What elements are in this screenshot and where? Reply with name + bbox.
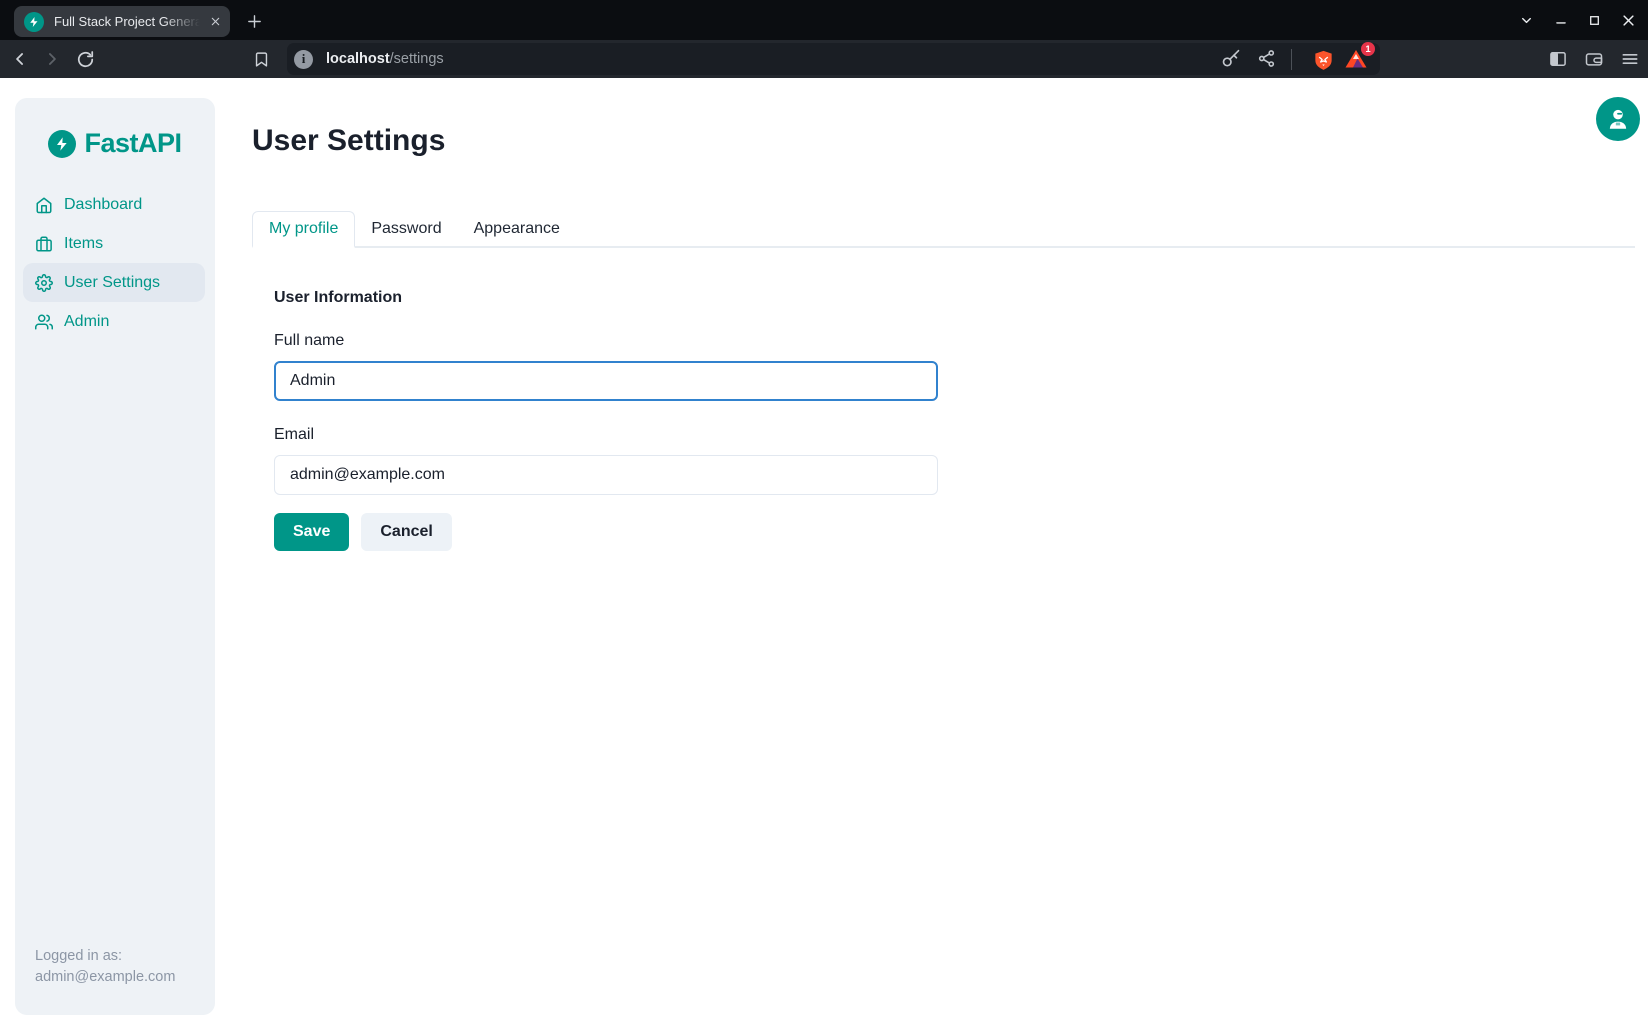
url-host: localhost <box>326 51 390 67</box>
cancel-button[interactable]: Cancel <box>361 513 451 551</box>
brave-rewards-button[interactable]: 1 <box>1344 47 1368 71</box>
bookmark-icon[interactable] <box>251 49 271 69</box>
full-name-input[interactable] <box>274 361 938 401</box>
gear-icon <box>35 274 53 292</box>
profile-panel: User Information Full name Email Save Ca… <box>252 248 1635 551</box>
back-button[interactable] <box>10 49 30 69</box>
email-label: Email <box>274 426 1635 444</box>
sidebar-item-label: User Settings <box>64 274 160 292</box>
url-path: /settings <box>390 51 444 67</box>
fastapi-logo: FastAPI <box>15 98 215 159</box>
sidebar-toggle-icon[interactable] <box>1548 49 1568 69</box>
url-bar[interactable]: i localhost/settings 1 <box>287 43 1380 75</box>
home-icon <box>35 196 53 214</box>
fastapi-logo-icon <box>48 130 76 158</box>
save-button[interactable]: Save <box>274 513 349 551</box>
menu-hamburger-icon[interactable] <box>1620 49 1640 69</box>
logged-in-info: Logged in as: admin@example.com <box>35 946 175 990</box>
forward-button[interactable] <box>42 49 62 69</box>
sidebar-item-user-settings[interactable]: User Settings <box>23 263 205 302</box>
rewards-badge: 1 <box>1361 42 1375 56</box>
wallet-icon[interactable] <box>1584 49 1604 69</box>
fastapi-favicon-icon <box>24 12 44 32</box>
browser-tab[interactable]: Full Stack Project Genera <box>14 6 230 37</box>
settings-tabs: My profile Password Appearance <box>252 211 1635 248</box>
sidebar-item-dashboard[interactable]: Dashboard <box>23 185 205 224</box>
sidebar-item-admin[interactable]: Admin <box>23 302 205 341</box>
share-icon[interactable] <box>1257 49 1277 69</box>
sidebar-item-label: Admin <box>64 313 109 331</box>
user-avatar-icon <box>1605 106 1631 132</box>
url-text: localhost/settings <box>326 51 444 67</box>
tab-search-chevron-icon[interactable] <box>1517 11 1536 30</box>
form-buttons: Save Cancel <box>274 513 1635 551</box>
new-tab-button[interactable] <box>242 9 266 33</box>
password-key-icon[interactable] <box>1221 49 1241 69</box>
sidebar-item-label: Items <box>64 235 103 253</box>
page-title: User Settings <box>252 124 1635 158</box>
close-window-button[interactable] <box>1619 11 1638 30</box>
browser-tabstrip: Full Stack Project Genera <box>0 0 1648 40</box>
brave-shields-icon[interactable] <box>1312 49 1332 69</box>
sidebar-nav: Dashboard Items User Settings Admin <box>15 185 215 341</box>
app-sidebar: FastAPI Dashboard Items User Settings Ad… <box>15 98 215 1015</box>
logged-in-label: Logged in as: <box>35 946 175 968</box>
tab-my-profile[interactable]: My profile <box>252 211 355 248</box>
user-avatar-button[interactable] <box>1596 97 1640 141</box>
fastapi-logo-text: FastAPI <box>84 128 181 159</box>
sidebar-item-label: Dashboard <box>64 196 142 214</box>
toolbar-right-icons <box>1548 40 1640 78</box>
tab-close-icon[interactable] <box>206 13 224 31</box>
window-controls <box>1517 0 1638 40</box>
omnibox-divider <box>1291 49 1292 70</box>
full-name-label: Full name <box>274 332 1635 350</box>
minimize-button[interactable] <box>1551 11 1570 30</box>
briefcase-icon <box>35 235 53 253</box>
site-info-icon[interactable]: i <box>294 50 313 69</box>
tab-title: Full Stack Project Genera <box>54 14 206 29</box>
email-input[interactable] <box>274 455 938 495</box>
main-content: User Settings My profile Password Appear… <box>252 78 1635 551</box>
maximize-button[interactable] <box>1585 11 1604 30</box>
section-title: User Information <box>274 289 1635 307</box>
sidebar-item-items[interactable]: Items <box>23 224 205 263</box>
reload-button[interactable] <box>75 49 95 69</box>
logged-in-email: admin@example.com <box>35 967 175 989</box>
users-icon <box>35 313 53 331</box>
tab-password[interactable]: Password <box>355 211 457 246</box>
tab-appearance[interactable]: Appearance <box>458 211 576 246</box>
